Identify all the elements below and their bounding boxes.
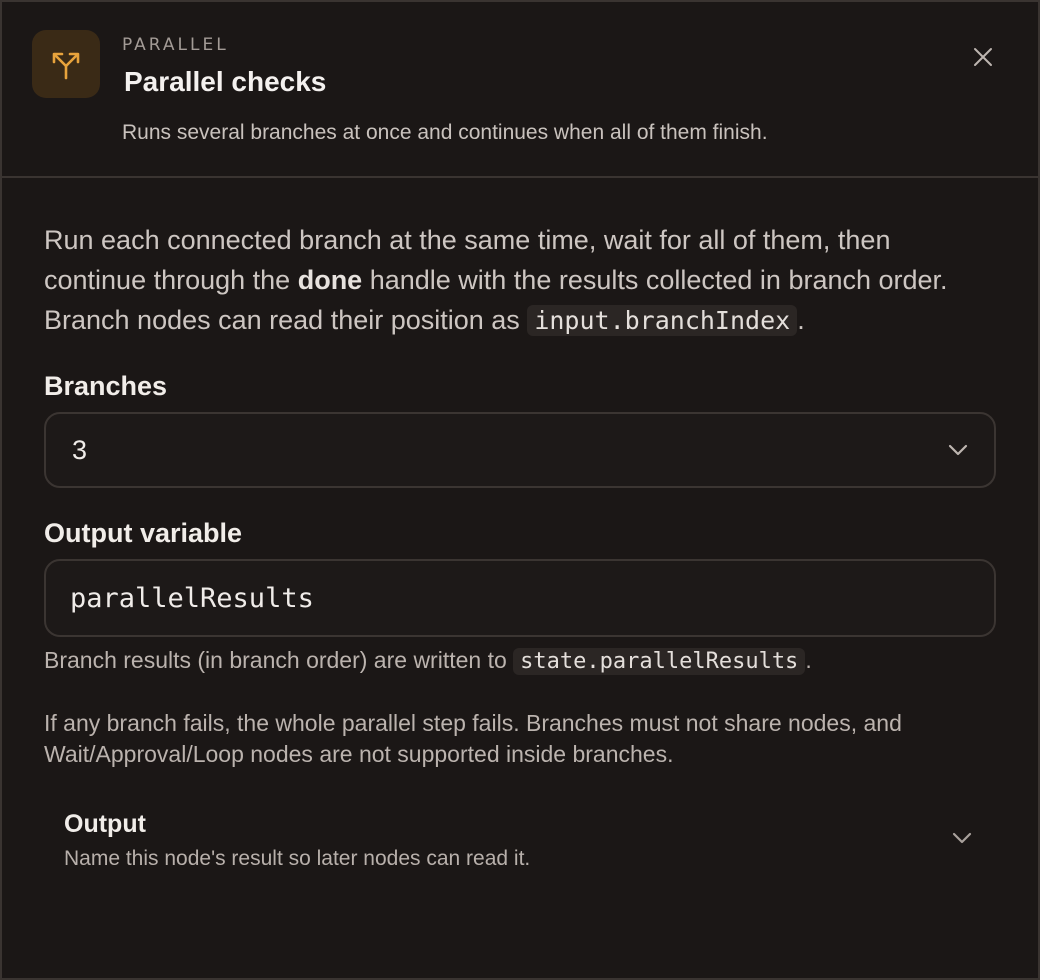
branches-value: 3 (72, 434, 88, 465)
chevron-down-icon (952, 832, 972, 844)
node-type-label: PARALLEL (122, 35, 229, 55)
output-variable-help: Branch results (in branch order) are wri… (44, 647, 996, 675)
close-icon (974, 48, 992, 66)
node-description: Run each connected branch at the same ti… (44, 220, 996, 341)
panel-header: PARALLEL Parallel checks Runs several br… (2, 2, 1038, 178)
failure-note: If any branch fails, the whole parallel … (44, 710, 902, 767)
state-path-code: state.parallelResults (513, 648, 806, 675)
branches-label: Branches (44, 371, 168, 401)
help-suffix: . (805, 647, 812, 673)
chevron-down-icon (948, 444, 968, 456)
output-section-toggle[interactable]: Output Name this node's result so later … (44, 810, 996, 880)
node-subtitle: Runs several branches at once and contin… (122, 121, 768, 144)
node-title: Parallel checks (124, 66, 327, 97)
output-variable-label: Output variable (44, 518, 243, 548)
branch-index-code: input.branchIndex (527, 305, 798, 336)
output-section-title: Output (64, 810, 146, 838)
split-branch-icon (32, 30, 100, 98)
help-text: Branch results (in branch order) are wri… (44, 647, 514, 673)
done-handle-name: done (297, 265, 363, 295)
node-settings-panel: PARALLEL Parallel checks Runs several br… (0, 0, 1040, 980)
close-button[interactable] (968, 42, 998, 72)
output-variable-input[interactable]: parallelResults (44, 559, 996, 637)
panel-body: Run each connected branch at the same ti… (2, 220, 1038, 880)
branches-select[interactable]: 3 (44, 412, 996, 488)
output-section-description: Name this node's result so later nodes c… (64, 847, 531, 870)
intro-text-3: . (797, 305, 805, 335)
